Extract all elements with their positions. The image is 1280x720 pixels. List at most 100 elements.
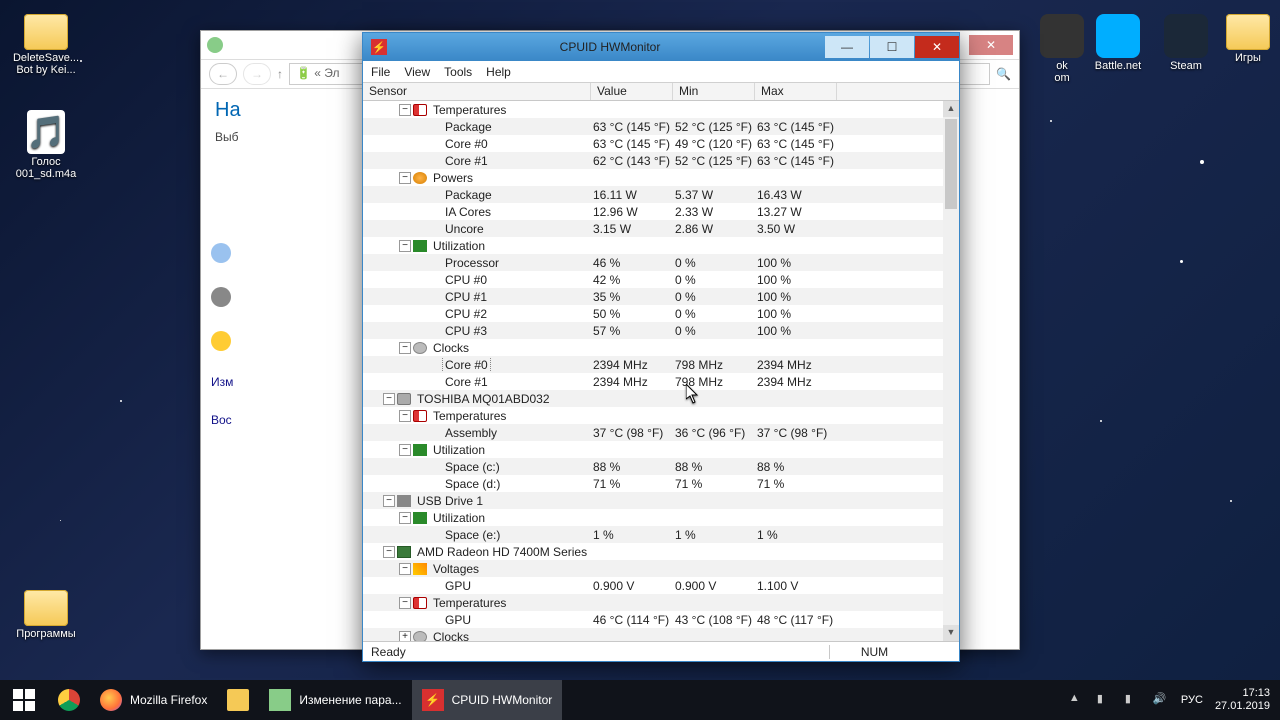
taskbar-item-control[interactable]: Изменение пара... — [259, 680, 411, 720]
bgwin-side-item[interactable]: Вос — [201, 401, 380, 439]
tree-row[interactable]: Space (c:)88 %88 %88 % — [363, 458, 959, 475]
cell-mn: 0 % — [673, 290, 755, 304]
desktop-icon[interactable]: DeleteSave... Bot by Kei... — [8, 14, 84, 76]
cell-mn: 0 % — [673, 307, 755, 321]
bgwin-side-item[interactable] — [201, 275, 380, 319]
tree-row[interactable]: Core #02394 MHz798 MHz2394 MHz — [363, 356, 959, 373]
hwmonitor-titlebar[interactable]: ⚡ CPUID HWMonitor — ☐ ✕ — [363, 33, 959, 61]
tree-group-toshiba-mq01abd032[interactable]: −TOSHIBA MQ01ABD032 — [363, 390, 959, 407]
tree-row[interactable]: CPU #135 %0 %100 % — [363, 288, 959, 305]
tree-row[interactable]: Processor46 %0 %100 % — [363, 254, 959, 271]
nav-up-button[interactable]: ↑ — [277, 67, 283, 81]
tree-row[interactable]: CPU #250 %0 %100 % — [363, 305, 959, 322]
tree-row[interactable]: Assembly37 °C (98 °F)36 °C (96 °F)37 °C … — [363, 424, 959, 441]
tree-row[interactable]: Core #12394 MHz798 MHz2394 MHz — [363, 373, 959, 390]
tree-group-usb-drive-1[interactable]: −USB Drive 1 — [363, 492, 959, 509]
tree-row[interactable]: Package63 °C (145 °F)52 °C (125 °F)63 °C… — [363, 118, 959, 135]
expand-toggle[interactable]: − — [383, 546, 395, 558]
nav-forward-button[interactable]: → — [243, 63, 271, 85]
bgwin-close-button[interactable]: ✕ — [969, 35, 1013, 55]
row-label: CPU #2 — [443, 307, 489, 321]
tray-battery-icon[interactable]: ▮ — [1097, 692, 1113, 708]
taskbar-chrome[interactable] — [48, 680, 90, 720]
tree-group-utilization[interactable]: −Utilization — [363, 237, 959, 254]
menu-tools[interactable]: Tools — [444, 65, 472, 79]
maximize-button[interactable]: ☐ — [870, 36, 914, 58]
col-sensor[interactable]: Sensor — [363, 83, 591, 100]
scroll-up-button[interactable]: ▲ — [943, 101, 959, 117]
expand-toggle[interactable]: − — [399, 597, 411, 609]
tree-group-clocks[interactable]: +Clocks — [363, 628, 959, 641]
expand-toggle[interactable]: − — [399, 410, 411, 422]
menu-help[interactable]: Help — [486, 65, 511, 79]
tree-row[interactable]: Core #162 °C (143 °F)52 °C (125 °F)63 °C… — [363, 152, 959, 169]
clock-icon — [413, 631, 427, 642]
tray-volume-icon[interactable]: 🔊 — [1153, 692, 1169, 708]
desktop-icon[interactable]: Программы — [8, 590, 84, 640]
tray-language[interactable]: РУС — [1181, 694, 1203, 706]
row-label: CPU #3 — [443, 324, 489, 338]
tray-clock[interactable]: 17:13 27.01.2019 — [1215, 687, 1270, 713]
taskbar-item-firefox[interactable]: Mozilla Firefox — [90, 680, 217, 720]
tree-row[interactable]: GPU46 °C (114 °F)43 °C (108 °F)48 °C (11… — [363, 611, 959, 628]
tray-network-icon[interactable]: ▮ — [1125, 692, 1141, 708]
tree-group-voltages[interactable]: −Voltages — [363, 560, 959, 577]
desktop-icon[interactable]: 🎵Голос 001_sd.m4a — [8, 110, 84, 180]
tree-row[interactable]: IA Cores12.96 W2.33 W13.27 W — [363, 203, 959, 220]
tree-row[interactable]: CPU #357 %0 %100 % — [363, 322, 959, 339]
close-button[interactable]: ✕ — [915, 36, 959, 58]
expand-toggle[interactable]: − — [383, 393, 395, 405]
nav-back-button[interactable]: ← — [209, 63, 237, 85]
col-min[interactable]: Min — [673, 83, 755, 100]
menu-view[interactable]: View — [404, 65, 430, 79]
expand-toggle[interactable]: − — [399, 563, 411, 575]
desktop-icon[interactable]: Игры — [1210, 14, 1280, 64]
minimize-button[interactable]: — — [825, 36, 869, 58]
tree-group-clocks[interactable]: −Clocks — [363, 339, 959, 356]
scroll-down-button[interactable]: ▼ — [943, 625, 959, 641]
menu-file[interactable]: File — [371, 65, 390, 79]
tree-row[interactable]: Space (e:)1 %1 %1 % — [363, 526, 959, 543]
tree-row[interactable]: Core #063 °C (145 °F)49 °C (120 °F)63 °C… — [363, 135, 959, 152]
row-label: Space (e:) — [443, 528, 502, 542]
tree-group-utilization[interactable]: −Utilization — [363, 441, 959, 458]
tree-group-utilization[interactable]: −Utilization — [363, 509, 959, 526]
expand-toggle[interactable]: − — [399, 512, 411, 524]
scroll-thumb[interactable] — [945, 119, 957, 209]
tree-group-powers[interactable]: −Powers — [363, 169, 959, 186]
tree-group-temperatures[interactable]: −Temperatures — [363, 407, 959, 424]
expand-toggle[interactable]: + — [399, 631, 411, 642]
tree-row[interactable]: Package16.11 W5.37 W16.43 W — [363, 186, 959, 203]
start-button[interactable] — [0, 680, 48, 720]
tree-group-temperatures[interactable]: −Temperatures — [363, 594, 959, 611]
tree-group-temperatures[interactable]: −Temperatures — [363, 101, 959, 118]
expand-toggle[interactable]: − — [399, 342, 411, 354]
desktop-icon[interactable]: Battle.net — [1080, 14, 1156, 72]
taskbar-item-explorer[interactable] — [217, 680, 259, 720]
tree-group-amd-radeon-hd-7400m-series[interactable]: −AMD Radeon HD 7400M Series — [363, 543, 959, 560]
row-label: GPU — [443, 613, 473, 627]
search-icon[interactable]: 🔍 — [996, 67, 1011, 81]
cell-mx: 1 % — [755, 528, 837, 542]
sensor-tree[interactable]: −TemperaturesPackage63 °C (145 °F)52 °C … — [363, 101, 959, 641]
bgwin-side-item[interactable]: Изм — [201, 363, 380, 401]
vertical-scrollbar[interactable]: ▲ ▼ — [943, 101, 959, 641]
taskbar-item-hw[interactable]: ⚡CPUID HWMonitor — [412, 680, 563, 720]
tree-row[interactable]: Uncore3.15 W2.86 W3.50 W — [363, 220, 959, 237]
tree-row[interactable]: Space (d:)71 %71 %71 % — [363, 475, 959, 492]
cell-v: 71 % — [591, 477, 673, 491]
expand-toggle[interactable]: − — [399, 240, 411, 252]
tree-row[interactable]: GPU0.900 V0.900 V1.100 V — [363, 577, 959, 594]
tray-up-icon[interactable]: ▲ — [1069, 692, 1085, 708]
bgwin-side-item[interactable] — [201, 231, 380, 275]
col-max[interactable]: Max — [755, 83, 837, 100]
expand-toggle[interactable]: − — [383, 495, 395, 507]
expand-toggle[interactable]: − — [399, 172, 411, 184]
bgwin-side-item[interactable] — [201, 319, 380, 363]
cell-mn: 0 % — [673, 273, 755, 287]
expand-toggle[interactable]: − — [399, 444, 411, 456]
cell-v: 50 % — [591, 307, 673, 321]
tree-row[interactable]: CPU #042 %0 %100 % — [363, 271, 959, 288]
col-value[interactable]: Value — [591, 83, 673, 100]
expand-toggle[interactable]: − — [399, 104, 411, 116]
